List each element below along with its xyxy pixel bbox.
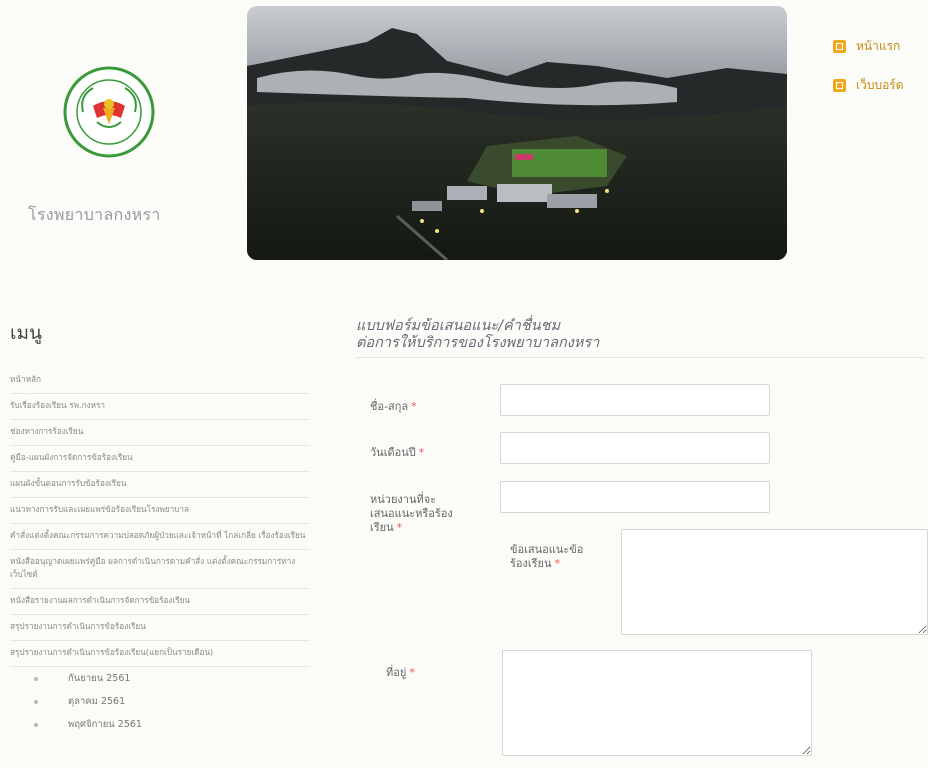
unit-field[interactable]	[500, 481, 770, 513]
sidebar-sub-item[interactable]: พฤศจิกายน 2561	[10, 713, 310, 736]
menu-title: เมนู	[10, 322, 43, 344]
sidebar-item[interactable]: แผนผังขั้นตอนการรับข้อร้องเรียน	[10, 472, 310, 498]
sidebar-sub-item[interactable]: ตุลาคม 2561	[10, 690, 310, 713]
home-link-label: หน้าแรก	[856, 38, 901, 53]
hospital-logo	[63, 66, 155, 158]
hospital-banner-photo	[247, 6, 787, 260]
suggestion-textarea[interactable]	[621, 529, 928, 635]
home-link[interactable]: หน้าแรก	[833, 36, 904, 56]
sidebar-item[interactable]: สรุปรายงานการดำเนินการข้อร้องเรียน(แยกเป…	[10, 641, 310, 667]
sidebar-sub-item[interactable]: กันยายน 2561	[10, 667, 310, 690]
sidebar-item[interactable]: คำสั่งแต่งตั้งคณะกรรมการความปลอดภัยผู้ป่…	[10, 524, 310, 550]
sidebar-item[interactable]: หนังสือรายงานผลการดำเนินการจัดการข้อร้อง…	[10, 589, 310, 615]
hospital-name: โรงพยาบาลกงหรา	[28, 205, 161, 224]
form-title-line2: ต่อการให้บริการของโรงพยาบาลกงหรา	[356, 335, 600, 351]
sidebar-menu: หน้าหลัก รับเรื่องร้องเรียน รพ.กงหรา ช่องท…	[10, 368, 310, 736]
sidebar-item[interactable]: หน้าหลัก	[10, 368, 310, 394]
address-label: ที่อยู่ *	[386, 666, 415, 679]
sidebar-item[interactable]: ช่องทางการร้องเรียน	[10, 420, 310, 446]
form-title-line1: แบบฟอร์มข้อเสนอแนะ/คำชื่นชม	[356, 318, 561, 334]
date-label: วันเดือนปี *	[370, 446, 425, 459]
sidebar-item[interactable]: รับเรื่องร้องเรียน รพ.กงหรา	[10, 394, 310, 420]
suggestion-label: ข้อเสนอแนะข้อ ร้องเรียน *	[510, 543, 584, 570]
top-links: หน้าแรก เว็บบอร์ด	[833, 36, 904, 114]
webboard-link-label: เว็บบอร์ด	[856, 77, 904, 92]
home-icon	[833, 39, 846, 53]
sidebar-item[interactable]: หนังสืออนุญาตเผยแพร่คู่มือ ผลการดำเนินกา…	[10, 550, 310, 589]
sidebar-item[interactable]: คู่มือ-แผนผังการจัดการข้อร้องเรียน	[10, 446, 310, 472]
sidebar-item[interactable]: แนวทางการรับและเผยแพร่ข้อร้องเรียนโรงพยา…	[10, 498, 310, 524]
webboard-link[interactable]: เว็บบอร์ด	[833, 75, 904, 95]
address-textarea[interactable]	[502, 650, 812, 756]
name-field[interactable]	[500, 384, 770, 416]
unit-label: หน่วยงานที่จะ เสนอแนะหรือร้อง เรียน *	[370, 493, 453, 534]
form-title: แบบฟอร์มข้อเสนอแนะ/คำชื่นชม ต่อการให้บริ…	[356, 318, 924, 358]
webboard-icon	[833, 78, 846, 92]
name-label: ชื่อ-สกุล *	[370, 400, 417, 413]
date-field[interactable]	[500, 432, 770, 464]
sidebar-sub-list: กันยายน 2561 ตุลาคม 2561 พฤศจิกายน 2561	[10, 667, 310, 736]
sidebar-item[interactable]: สรุปรายงานการดำเนินการข้อร้องเรียน	[10, 615, 310, 641]
